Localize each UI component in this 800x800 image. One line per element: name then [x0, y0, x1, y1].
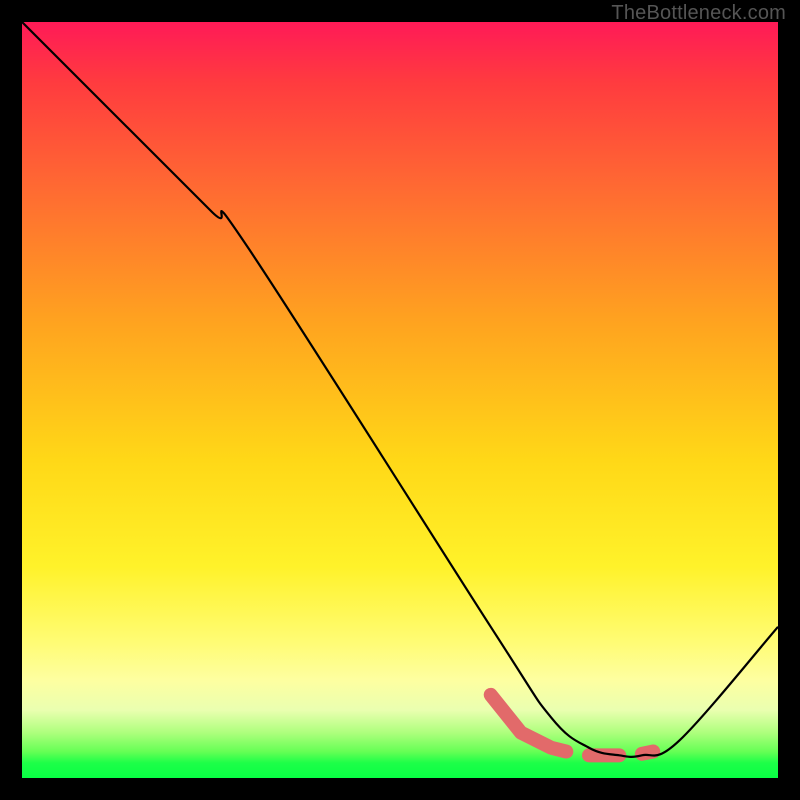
plot-area — [22, 22, 778, 778]
curve-line — [22, 22, 778, 757]
highlight-c — [642, 752, 653, 754]
chart-container: TheBottleneck.com — [0, 0, 800, 800]
plot-svg — [22, 22, 778, 778]
